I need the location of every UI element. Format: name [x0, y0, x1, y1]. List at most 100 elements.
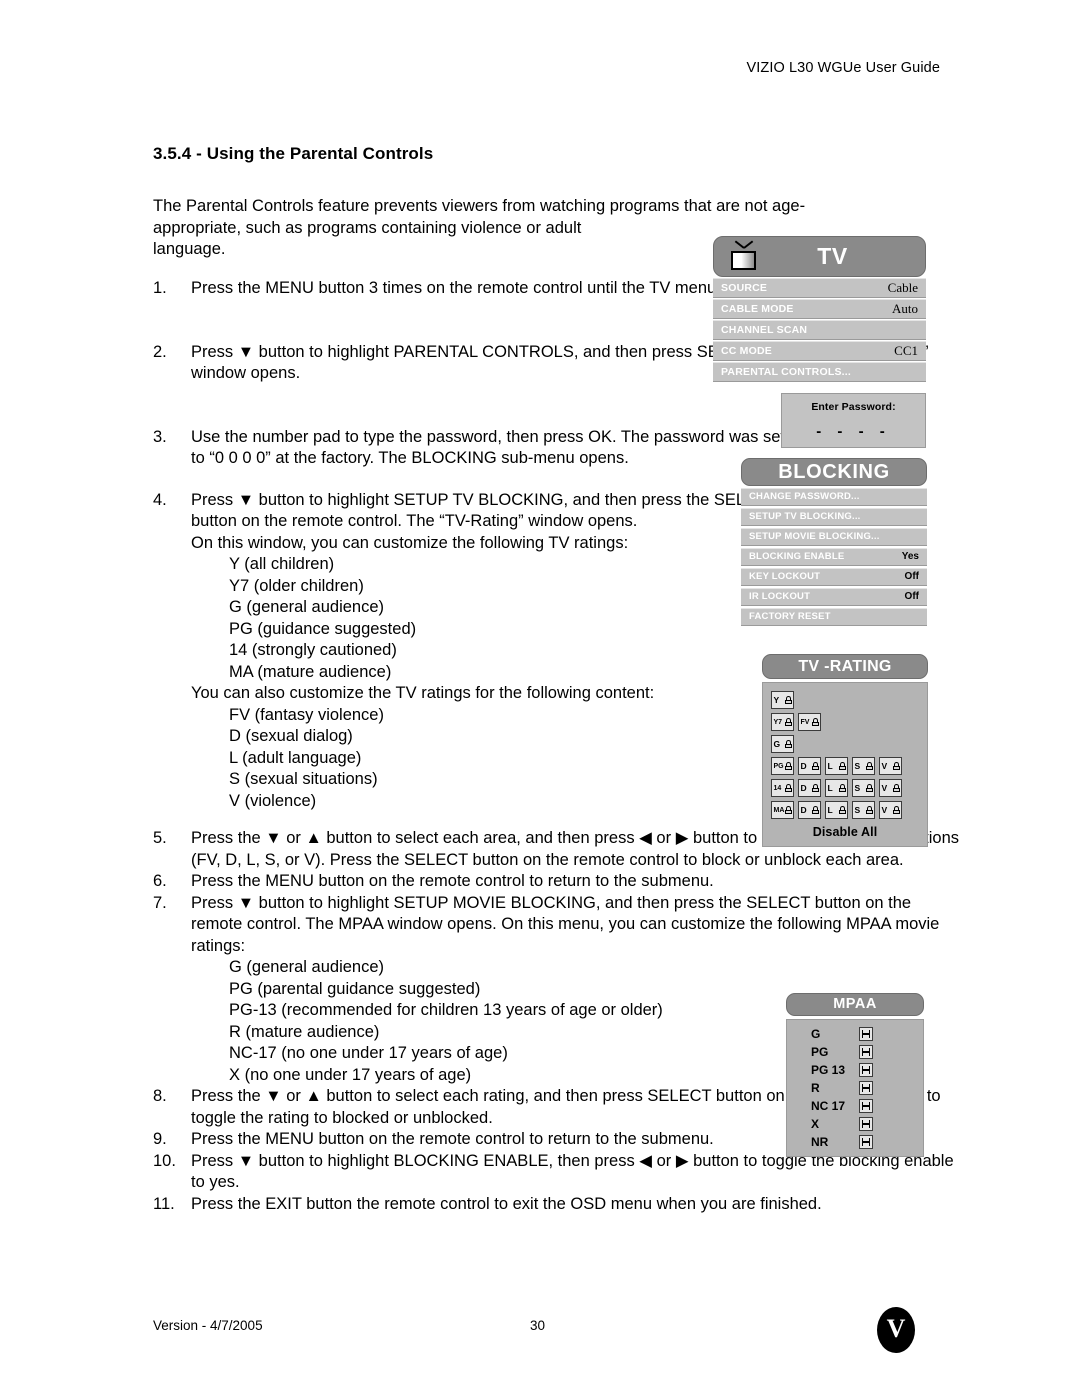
- password-field[interactable]: - - - -: [782, 423, 925, 440]
- rating-cell-ma-v[interactable]: V: [879, 801, 902, 819]
- disable-all-button[interactable]: Disable All: [771, 823, 927, 841]
- lock-open-icon: [892, 784, 900, 792]
- mpaa-row-g[interactable]: G: [787, 1025, 923, 1043]
- rating-cell-14-d[interactable]: D: [798, 779, 821, 797]
- rating-cell-14-v[interactable]: V: [879, 779, 902, 797]
- tv-content-item: D (sexual dialog): [229, 727, 353, 745]
- rating-cell-y[interactable]: Y: [771, 691, 794, 709]
- osd-tv-menu: TV SOURCE Cable CABLE MODE Auto CHANNEL …: [713, 236, 926, 382]
- osd-blocking-menu: BLOCKING CHANGE PASSWORD... SETUP TV BLO…: [741, 458, 927, 626]
- osd-row-label: PARENTAL CONTROLS...: [721, 366, 851, 378]
- tv-rating-row: 14 D L S V: [771, 779, 927, 797]
- osd-tv-menu-header: TV: [713, 236, 926, 277]
- tv-rating-item: Y (all children): [229, 555, 335, 573]
- rating-cell-label: L: [827, 760, 833, 771]
- mpaa-row-pg13[interactable]: PG 13: [787, 1061, 923, 1079]
- rating-cell-label: V: [881, 804, 888, 815]
- lock-icon[interactable]: [859, 1063, 873, 1077]
- tv-rating-row: Y: [771, 691, 927, 709]
- rating-cell-pg-l[interactable]: L: [825, 757, 848, 775]
- osd-row-cc-mode[interactable]: CC MODE CC1: [713, 341, 926, 361]
- osd-row-source[interactable]: SOURCE Cable: [713, 278, 926, 298]
- osd-row-change-password[interactable]: CHANGE PASSWORD...: [741, 487, 927, 506]
- osd-mpaa: MPAA G PG PG 13 R NC 17 X NR: [786, 993, 924, 1157]
- tv-rating-row: PG D L S V: [771, 757, 927, 775]
- step-1: 1. Press the MENU button 3 times on the …: [153, 278, 791, 300]
- osd-row-label: SETUP MOVIE BLOCKING...: [749, 531, 880, 543]
- rating-cell-label: G: [773, 738, 781, 749]
- osd-row-setup-tv-blocking[interactable]: SETUP TV BLOCKING...: [741, 507, 927, 526]
- tv-rating-item: MA (mature audience): [229, 662, 392, 681]
- lock-open-icon: [811, 806, 819, 814]
- osd-row-blocking-enable[interactable]: BLOCKING ENABLE Yes: [741, 547, 927, 566]
- osd-mpaa-title: MPAA: [786, 993, 924, 1016]
- rating-cell-pg-v[interactable]: V: [879, 757, 902, 775]
- mpaa-row-label: NC 17: [811, 1099, 846, 1113]
- lock-open-icon: [811, 718, 819, 726]
- mpaa-row-r[interactable]: R: [787, 1079, 923, 1097]
- osd-row-value: Cable: [887, 280, 918, 295]
- document-page: VIZIO L30 WGUe User Guide 3.5.4 - Using …: [0, 0, 1080, 1397]
- rating-cell-fv[interactable]: FV: [798, 713, 821, 731]
- lock-open-icon: [784, 784, 792, 792]
- osd-row-label: SOURCE: [721, 282, 768, 294]
- step-6-text: Press the MENU button on the remote cont…: [191, 872, 714, 890]
- rating-cell-pg-d[interactable]: D: [798, 757, 821, 775]
- mpaa-row-pg[interactable]: PG: [787, 1043, 923, 1061]
- osd-row-label: KEY LOCKOUT: [749, 571, 821, 583]
- rating-cell-label: S: [854, 782, 861, 793]
- lock-open-icon: [892, 762, 900, 770]
- lock-open-icon: [784, 740, 792, 748]
- tv-rating-row: Y7 FV: [771, 713, 927, 731]
- step-3-number: 3.: [153, 427, 167, 446]
- rating-cell-14[interactable]: 14: [771, 779, 794, 797]
- osd-row-parental-controls[interactable]: PARENTAL CONTROLS...: [713, 362, 926, 382]
- enter-password-label: Enter Password:: [811, 401, 896, 413]
- lock-icon[interactable]: [859, 1117, 873, 1131]
- rating-cell-g[interactable]: G: [771, 735, 794, 753]
- rating-cell-pg-s[interactable]: S: [852, 757, 875, 775]
- osd-row-setup-movie-blocking[interactable]: SETUP MOVIE BLOCKING...: [741, 527, 927, 546]
- mpaa-row-label: PG: [811, 1045, 829, 1059]
- tv-rating-row: MA D L S V: [771, 801, 927, 819]
- step-11-number: 11.: [153, 1194, 175, 1213]
- rating-cell-label: D: [800, 804, 807, 815]
- intro-line-1: The Parental Controls feature prevents v…: [153, 197, 806, 215]
- rating-cell-y7[interactable]: Y7: [771, 713, 794, 731]
- lock-icon[interactable]: [859, 1135, 873, 1149]
- osd-row-cable-mode[interactable]: CABLE MODE Auto: [713, 299, 926, 319]
- osd-blocking-title: BLOCKING: [741, 458, 927, 486]
- osd-tv-rating: TV -RATING Y Y7 FV G PG D L S V 14 D L S…: [762, 654, 928, 847]
- lock-open-icon: [784, 806, 792, 814]
- rating-cell-label: V: [881, 760, 888, 771]
- rating-cell-14-s[interactable]: S: [852, 779, 875, 797]
- rating-cell-pg[interactable]: PG: [771, 757, 794, 775]
- osd-row-ir-lockout[interactable]: IR LOCKOUT Off: [741, 587, 927, 606]
- rating-cell-label: D: [800, 760, 807, 771]
- rating-cell-14-l[interactable]: L: [825, 779, 848, 797]
- osd-row-factory-reset[interactable]: FACTORY RESET: [741, 607, 927, 626]
- document-header: VIZIO L30 WGUe User Guide: [746, 60, 940, 76]
- lock-icon[interactable]: [859, 1081, 873, 1095]
- tv-icon: [728, 239, 760, 270]
- osd-row-channel-scan[interactable]: CHANNEL SCAN: [713, 320, 926, 340]
- osd-row-key-lockout[interactable]: KEY LOCKOUT Off: [741, 567, 927, 586]
- mpaa-row-nc17[interactable]: NC 17: [787, 1097, 923, 1115]
- step-2-number: 2.: [153, 342, 167, 361]
- osd-tv-menu-title: TV: [817, 243, 848, 269]
- tv-rating-grid: Y Y7 FV G PG D L S V 14 D L S V MA D L S…: [762, 682, 928, 847]
- osd-row-value: Off: [904, 571, 919, 583]
- rating-cell-label: L: [827, 804, 833, 815]
- page-title: 3.5.4 - Using the Parental Controls: [153, 144, 434, 163]
- lock-icon[interactable]: [859, 1045, 873, 1059]
- rating-cell-label: Y7: [773, 718, 783, 726]
- rating-cell-ma-d[interactable]: D: [798, 801, 821, 819]
- lock-open-icon: [784, 762, 792, 770]
- mpaa-row-x[interactable]: X: [787, 1115, 923, 1133]
- mpaa-row-nr[interactable]: NR: [787, 1133, 923, 1151]
- lock-icon[interactable]: [859, 1027, 873, 1041]
- rating-cell-ma-s[interactable]: S: [852, 801, 875, 819]
- lock-icon[interactable]: [859, 1099, 873, 1113]
- rating-cell-ma-l[interactable]: L: [825, 801, 848, 819]
- rating-cell-ma[interactable]: MA: [771, 801, 794, 819]
